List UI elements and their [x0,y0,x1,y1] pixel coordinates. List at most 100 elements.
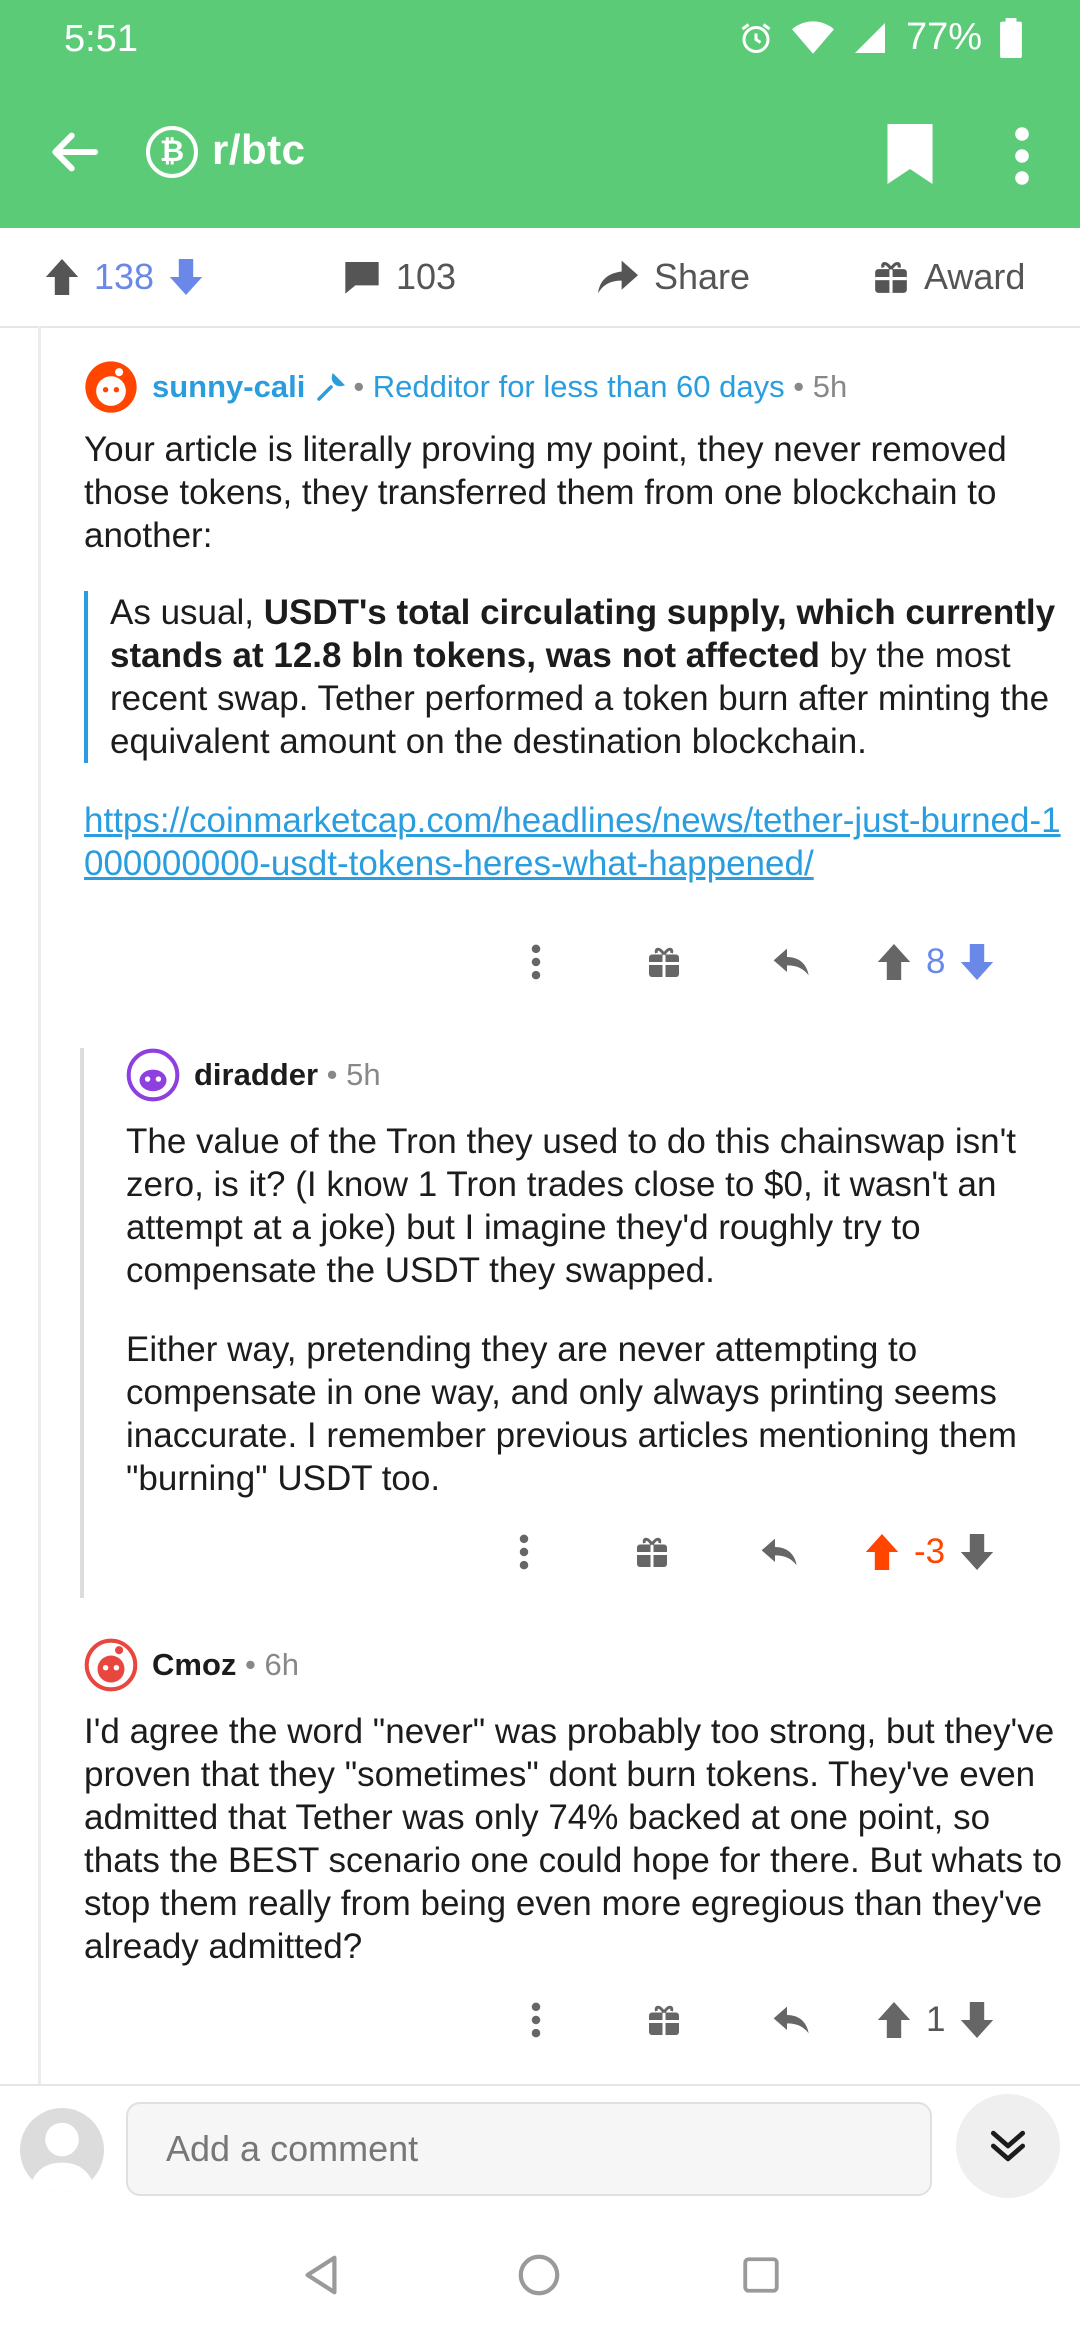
award-button[interactable]: Award [872,228,1025,326]
comments-count: 103 [396,256,457,297]
user-avatar[interactable] [20,2108,104,2192]
gift-icon [637,1537,667,1567]
comment-paragraph: Your article is literally proving my poi… [84,430,1007,555]
avatar[interactable] [84,360,138,414]
comment-vote-group: 8 [876,942,995,982]
comment-bubble-icon [345,262,379,294]
collapse-comments-button[interactable] [956,2094,1060,2198]
comment-actions: -3 [460,1532,995,1572]
post-score: 138 [94,256,155,297]
comment-age: 6h [264,1647,299,1682]
signal-icon [854,22,885,53]
avatar[interactable] [126,1048,180,1102]
nav-back-icon[interactable] [298,2252,344,2298]
more-options-icon [519,1534,529,1570]
gift-icon [649,947,679,977]
thread-line [38,326,41,2086]
share-arrow-icon [598,260,638,294]
more-options-button[interactable] [460,1534,588,1570]
comment-score: 1 [926,2000,946,2039]
comment-author[interactable]: sunny-cali [152,369,305,405]
reply-button[interactable] [728,2002,856,2038]
subreddit-initial: ₿ [159,135,185,168]
comment-body: Your article is literally proving my poi… [84,428,1064,885]
comment-placeholder: Add a comment [166,2128,419,2169]
reply-button[interactable] [728,944,856,980]
reply-button[interactable] [716,1534,844,1570]
status-time: 5:51 [64,18,138,60]
comment-author[interactable]: diradder [194,1057,318,1093]
reply-thread-line [80,1048,84,1598]
comment-meta: Cmoz • 6h [84,1638,1064,1692]
quote-text: As usual, [110,593,264,632]
comment-paragraph: The value of the Tron they used to do th… [126,1122,1016,1290]
user-flair: Redditor for less than 60 days [372,369,785,404]
more-options-icon [531,2002,541,2038]
upvote-icon[interactable] [864,1532,900,1572]
downvote-icon[interactable] [959,942,995,982]
battery-icon [1000,17,1022,58]
upvote-icon[interactable] [44,257,80,297]
post-vote-group: 138 [44,228,204,326]
add-comment-input[interactable]: Add a comment [126,2102,932,2196]
give-award-button[interactable] [600,2002,728,2038]
wrench-icon [317,372,346,401]
comment-actions: 1 [472,2000,995,2040]
user-silhouette-icon [28,2122,96,2192]
comment-author[interactable]: Cmoz [152,1647,236,1683]
downvote-icon[interactable] [168,257,204,297]
meta-separator: • [236,1647,265,1682]
comment-score: 8 [926,942,946,981]
reply-icon [773,948,809,976]
avatar[interactable] [84,1638,138,1692]
subreddit-icon[interactable]: ₿ [146,126,198,178]
give-award-button[interactable] [600,944,728,980]
comment-paragraph: I'd agree the word "never" was probably … [84,1712,1063,1966]
alarm-icon [741,22,771,53]
subreddit-name[interactable]: r/btc [212,126,306,174]
comment-score: -3 [914,1532,946,1571]
meta-separator: • [318,1057,347,1092]
upvote-icon[interactable] [876,2000,912,2040]
share-button[interactable]: Share [596,228,750,326]
comment: Cmoz • 6h I'd agree the word "never" was… [84,1638,1064,1968]
give-award-button[interactable] [588,1534,716,1570]
comments-count-button[interactable]: 103 [342,228,456,326]
more-options-button[interactable] [472,944,600,980]
upvote-icon[interactable] [876,942,912,982]
meta-separator: • [353,369,373,404]
overflow-menu-icon[interactable] [1006,126,1038,186]
wifi-icon [791,20,834,54]
post-action-bar: 138 103 Share Award [0,228,1080,328]
comment: diradder • 5h The value of the Tron they… [126,1048,1066,1500]
comment-vote-group: 1 [876,2000,995,2040]
award-label: Award [924,256,1026,297]
more-options-button[interactable] [472,2002,600,2038]
bookmark-icon[interactable] [885,124,935,184]
back-arrow-icon[interactable] [46,124,102,180]
gift-icon [649,2005,679,2035]
meta-separator: • [784,369,813,404]
comment-body: I'd agree the word "never" was probably … [84,1710,1064,1968]
nav-recents-icon[interactable] [740,2254,782,2296]
more-options-icon [531,944,541,980]
comment-age: 5h [346,1057,381,1092]
article-link[interactable]: https://coinmarketcap.com/headlines/news… [84,799,1064,885]
downvote-icon[interactable] [959,2000,995,2040]
comment-paragraph: Either way, pretending they are never at… [126,1330,1017,1498]
battery-percent: 77% [905,16,982,58]
comment: sunny-cali • Redditor for less than 60 d… [84,360,1064,885]
comment-meta: diradder • 5h [126,1048,1066,1102]
nav-home-icon[interactable] [516,2252,562,2298]
divider [0,2084,1080,2086]
app-header: 5:51 77% ₿ r/btc [0,0,1080,228]
downvote-icon[interactable] [959,1532,995,1572]
reply-icon [773,2006,809,2034]
reply-icon [761,1538,797,1566]
comment-actions: 8 [472,942,995,982]
comment-meta: sunny-cali • Redditor for less than 60 d… [84,360,1064,414]
comment-body: The value of the Tron they used to do th… [126,1120,1066,1500]
share-label: Share [654,256,751,297]
comment-age: 5h [812,369,848,404]
status-icons: 77% [738,16,1022,59]
